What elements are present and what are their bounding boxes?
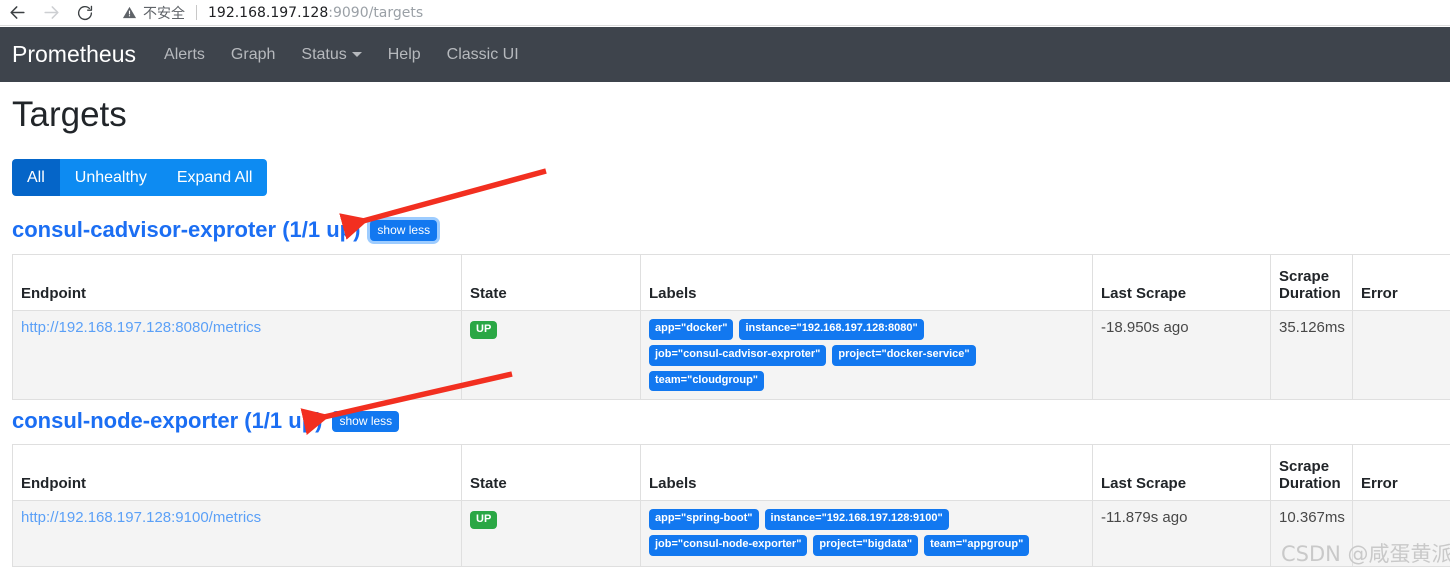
col-last-scrape: Last Scrape [1092, 444, 1271, 501]
nav-link-alerts[interactable]: Alerts [164, 46, 205, 64]
security-status-text: 不安全 [143, 5, 185, 22]
nav-link-classic-ui-label: Classic UI [446, 45, 519, 63]
label-chip-team[interactable]: team="cloudgroup" [649, 370, 765, 392]
label-chip-job[interactable]: job="consul-cadvisor-exproter" [649, 344, 827, 366]
targets-table-consul-cadvisor-exproter: Endpoint State Labels Last Scrape Scrape… [12, 254, 1450, 401]
cell-labels: app="spring-boot" instance="192.168.197.… [640, 500, 1093, 567]
browser-chrome: 不安全 192.168.197.128:9090/targets [0, 0, 1450, 26]
omnibox-divider [196, 5, 197, 20]
job-title[interactable]: consul-node-exporter (1/1 up) [12, 408, 322, 434]
col-scrape-duration-line1: Scrape [1279, 458, 1330, 475]
table-header-row: Endpoint State Labels Last Scrape Scrape… [12, 254, 1450, 311]
url-path: :9090/targets [328, 4, 424, 21]
endpoint-link[interactable]: http://192.168.197.128:9100/metrics [21, 509, 261, 526]
warning-triangle-icon [122, 5, 137, 20]
table-header-row: Endpoint State Labels Last Scrape Scrape… [12, 444, 1450, 501]
reload-icon[interactable] [68, 0, 102, 26]
cell-endpoint: http://192.168.197.128:8080/metrics [12, 309, 462, 401]
job-header-consul-node-exporter: consul-node-exporter (1/1 up) show less [12, 408, 400, 434]
cell-state: UP [461, 500, 641, 567]
filter-button-all[interactable]: All [12, 159, 60, 196]
col-endpoint: Endpoint [12, 444, 462, 501]
cell-error [1352, 309, 1450, 401]
col-last-scrape: Last Scrape [1092, 254, 1271, 311]
col-error: Error [1352, 444, 1450, 501]
page-title: Targets [12, 95, 127, 134]
nav-link-alerts-label: Alerts [164, 45, 205, 63]
col-error: Error [1352, 254, 1450, 311]
job-header-consul-cadvisor-exproter: consul-cadvisor-exproter (1/1 up) show l… [12, 217, 438, 243]
nav-link-help-label: Help [387, 45, 421, 63]
annotation-arrow-1 [339, 168, 547, 240]
label-chip-job[interactable]: job="consul-node-exporter" [649, 534, 808, 556]
cell-last-scrape: -18.950s ago [1092, 309, 1271, 401]
table-row: http://192.168.197.128:9100/metrics UP a… [12, 500, 1450, 567]
nav-link-graph-label: Graph [230, 45, 276, 63]
labels-container: app="spring-boot" instance="192.168.197.… [649, 509, 1084, 556]
targets-table-consul-node-exporter: Endpoint State Labels Last Scrape Scrape… [12, 444, 1450, 567]
label-chip-project[interactable]: project="bigdata" [813, 534, 919, 556]
status-badge: UP [470, 321, 498, 339]
label-chip-instance[interactable]: instance="192.168.197.128:8080" [739, 319, 924, 340]
label-chip-project[interactable]: project="docker-service" [832, 344, 976, 366]
back-arrow-icon[interactable] [0, 0, 34, 26]
nav-link-status[interactable]: Status [301, 45, 362, 64]
endpoint-link[interactable]: http://192.168.197.128:8080/metrics [21, 319, 261, 336]
status-badge: UP [470, 511, 498, 529]
col-labels: Labels [640, 254, 1093, 311]
filter-button-group: All Unhealthy Expand All [12, 159, 268, 196]
filter-button-expand-all[interactable]: Expand All [161, 159, 268, 196]
label-chip-app[interactable]: app="spring-boot" [649, 509, 759, 530]
show-less-button[interactable]: show less [370, 219, 438, 241]
prometheus-navbar: Prometheus Alerts Graph Status Help Clas… [0, 27, 1450, 82]
col-scrape-duration-line2: Duration [1279, 285, 1341, 302]
url-text: 192.168.197.128:9090/targets [208, 5, 423, 21]
label-chip-app[interactable]: app="docker" [649, 319, 734, 340]
labels-container: app="docker" instance="192.168.197.128:8… [649, 319, 1084, 392]
show-less-button[interactable]: show less [332, 410, 400, 432]
col-state: State [461, 254, 641, 311]
nav-link-classic-ui[interactable]: Classic UI [447, 46, 519, 64]
job-title[interactable]: consul-cadvisor-exproter (1/1 up) [12, 217, 360, 243]
col-labels: Labels [640, 444, 1093, 501]
cell-endpoint: http://192.168.197.128:9100/metrics [12, 500, 462, 567]
url-host: 192.168.197.128 [208, 4, 329, 21]
cell-scrape-duration: 35.126ms [1270, 309, 1353, 401]
col-state: State [461, 444, 641, 501]
col-scrape-duration: Scrape Duration [1270, 254, 1353, 311]
table-row: http://192.168.197.128:8080/metrics UP a… [12, 309, 1450, 401]
cell-state: UP [461, 309, 641, 401]
forward-arrow-icon [34, 0, 68, 26]
label-chip-instance[interactable]: instance="192.168.197.128:9100" [764, 509, 949, 530]
nav-link-graph[interactable]: Graph [231, 46, 275, 64]
watermark: CSDN @咸蛋黄派 [1281, 542, 1450, 566]
address-bar[interactable]: 不安全 192.168.197.128:9090/targets [110, 0, 1450, 25]
filter-button-unhealthy[interactable]: Unhealthy [59, 159, 162, 196]
nav-link-help[interactable]: Help [388, 46, 421, 64]
cell-last-scrape: -11.879s ago [1092, 500, 1271, 567]
col-scrape-duration-line1: Scrape [1279, 268, 1330, 285]
brand-prometheus[interactable]: Prometheus [12, 41, 136, 68]
col-endpoint: Endpoint [12, 254, 462, 311]
label-chip-team[interactable]: team="appgroup" [924, 534, 1030, 556]
cell-labels: app="docker" instance="192.168.197.128:8… [640, 309, 1093, 401]
col-scrape-duration: Scrape Duration [1270, 444, 1353, 501]
col-scrape-duration-line2: Duration [1279, 475, 1341, 492]
chevron-down-icon [351, 52, 362, 57]
nav-link-status-label: Status [301, 45, 347, 63]
